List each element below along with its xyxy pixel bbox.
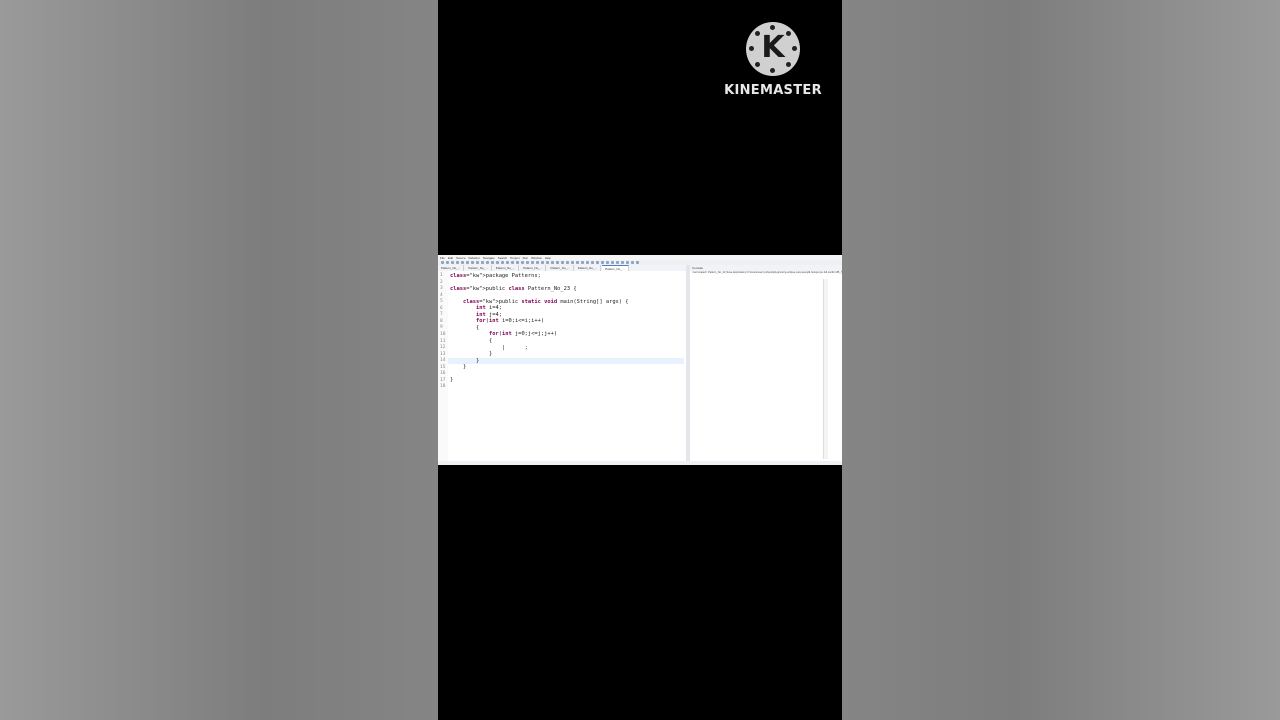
line-number: 7 [440,312,443,318]
toolbar-button-icon[interactable] [571,261,574,264]
line-number: 2 [440,279,443,285]
menu-item[interactable]: Window [531,256,542,260]
toolbar-button-icon[interactable] [556,261,559,264]
toolbar-button-icon[interactable] [466,261,469,264]
code-line: for(int j=0;j<=j;j++) [488,331,558,338]
line-number: 8 [440,318,443,324]
line-number: 15 [440,364,446,370]
code-line: class="kw">public static void main(Strin… [462,298,629,305]
menu-item[interactable]: Run [523,256,529,260]
menu-item[interactable]: File [440,256,445,260]
toolbar-button-icon[interactable] [451,261,454,264]
toolbar-button-icon[interactable] [576,261,579,264]
code-line: | ; [450,344,528,351]
menu-item[interactable]: Search [498,256,508,260]
kinemaster-logo-icon: K [746,22,800,76]
code-line: { [450,324,480,331]
toolbar-button-icon[interactable] [461,261,464,264]
toolbar-button-icon[interactable] [446,261,449,264]
code-line: } [450,351,493,358]
line-number: 5 [440,299,443,305]
line-number: 12 [440,345,446,351]
toolbar-button-icon[interactable] [566,261,569,264]
menu-item[interactable]: Project [510,256,519,260]
code-line: for(int i=0;i<=i;i++) [475,318,545,325]
menu-item[interactable]: Edit [448,256,453,260]
line-number: 6 [440,305,443,311]
toolbar-button-icon[interactable] [536,261,539,264]
status-bar [438,461,842,465]
console-output: <terminated> Pattern_No_22 [Java Applica… [692,271,842,274]
code-line: int j=4; [475,311,502,318]
video-frame: K KINEMASTER File Edit Source Refactor Navig… [438,0,842,720]
code-line: int i=4; [475,305,502,312]
toolbar-button-icon[interactable] [551,261,554,264]
code-line: } [450,357,480,364]
code-editor[interactable]: 1 class="kw">package Patterns; 2 3 class="kw… [438,271,686,461]
toolbar-button-icon[interactable] [506,261,509,264]
toolbar-button-icon[interactable] [636,261,639,264]
code-line: class="kw">package Patterns; [450,272,541,279]
toolbar-button-icon[interactable] [586,261,589,264]
toolbar-button-icon[interactable] [496,261,499,264]
ide-window: File Edit Source Refactor Navigate Search Proj… [438,255,842,465]
toolbar-button-icon[interactable] [501,261,504,264]
toolbar-button-icon[interactable] [581,261,584,264]
line-number: 1 [440,273,443,278]
toolbar-button-icon[interactable] [606,261,609,264]
watermark-brand: KINEMASTER [724,83,822,98]
menu-item[interactable]: Source [456,256,466,260]
toolbar-button-icon[interactable] [471,261,474,264]
line-number: 18 [440,384,446,390]
line-number: 13 [440,351,446,357]
toolbar-button-icon[interactable] [516,261,519,264]
menu-item[interactable]: Help [545,256,551,260]
toolbar-button-icon[interactable] [531,261,534,264]
blurred-background-right [842,0,1280,720]
line-number: 4 [440,292,443,298]
toolbar-button-icon[interactable] [526,261,529,264]
toolbar-button-icon[interactable] [476,261,479,264]
toolbar-button-icon[interactable] [491,261,494,264]
console-view[interactable]: Console <terminated> Pattern_No_22 [Java… [690,265,842,461]
toolbar-button-icon[interactable] [596,261,599,264]
code-line: class="kw">public class Pattern_No_23 { [450,285,577,292]
toolbar-button-icon[interactable] [626,261,629,264]
toolbar-button-icon[interactable] [456,261,459,264]
menu-item[interactable]: Navigate [483,256,495,260]
line-number: 9 [440,325,443,331]
toolbar-button-icon[interactable] [631,261,634,264]
toolbar-button-icon[interactable] [616,261,619,264]
toolbar-button-icon[interactable] [541,261,544,264]
toolbar-button-icon[interactable] [486,261,489,264]
toolbar-button-icon[interactable] [481,261,484,264]
toolbar-button-icon[interactable] [601,261,604,264]
toolbar-button-icon[interactable] [611,261,614,264]
line-number: 16 [440,371,446,377]
toolbar-button-icon[interactable] [546,261,549,264]
logo-letter: K [761,30,785,65]
console-scrollbar[interactable] [823,279,828,459]
blurred-background-left [0,0,438,720]
line-number: 17 [440,377,446,383]
toolbar-button-icon[interactable] [441,261,444,264]
line-number: 10 [440,331,446,337]
code-line: { [450,338,493,344]
toolbar-button-icon[interactable] [511,261,514,264]
line-number: 14 [440,358,446,364]
code-line: } [450,377,454,384]
toolbar-button-icon[interactable] [591,261,594,264]
line-number: 11 [440,338,446,344]
current-line-highlight [448,358,684,364]
toolbar-button-icon[interactable] [521,261,524,264]
toolbar-button-icon[interactable] [561,261,564,264]
line-number: 3 [440,286,443,292]
code-line: } [450,364,467,371]
toolbar-button-icon[interactable] [621,261,624,264]
menu-item[interactable]: Refactor [469,256,480,260]
